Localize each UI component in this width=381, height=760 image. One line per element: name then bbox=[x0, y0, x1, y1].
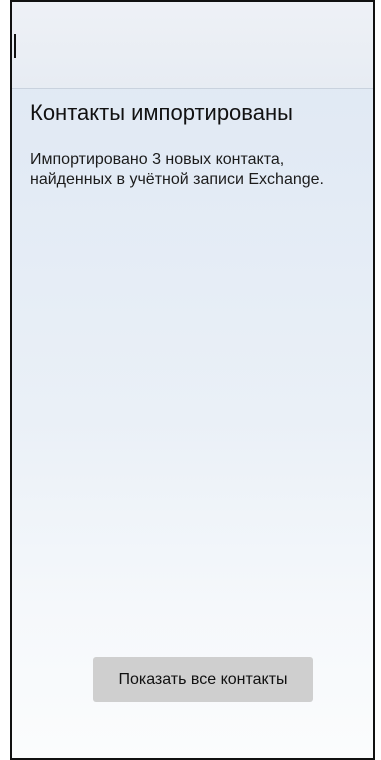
top-bar bbox=[12, 2, 373, 89]
import-message: Импортировано 3 новых контакта, найденны… bbox=[30, 151, 324, 188]
show-all-contacts-button[interactable]: Показать все контакты bbox=[93, 657, 313, 702]
notification-screen: Контакты импортированы Импортировано 3 н… bbox=[10, 0, 375, 760]
text-cursor bbox=[14, 34, 16, 58]
page-title: Контакты импортированы bbox=[30, 100, 293, 125]
